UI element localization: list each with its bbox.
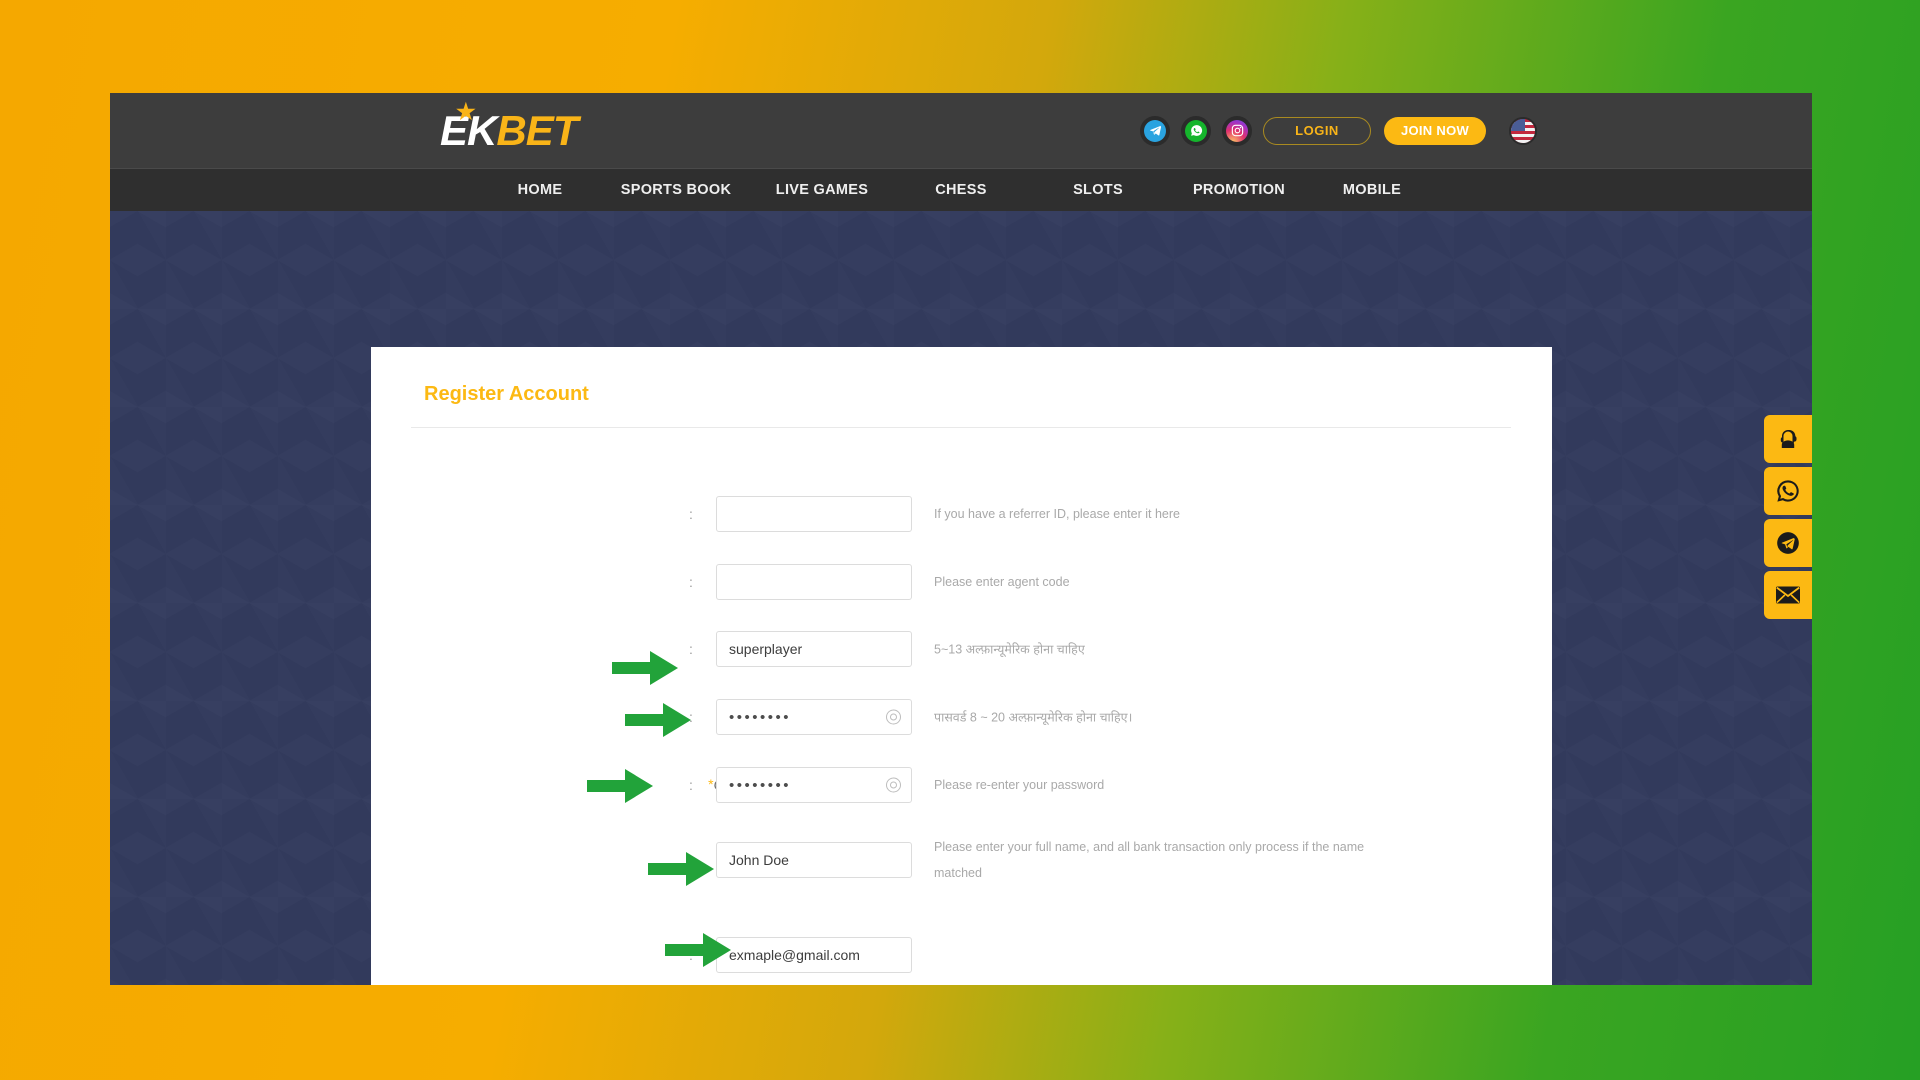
hint-player-id: 5~13 अल्फ़ान्यूमेरिक होना चाहिए (934, 642, 1085, 657)
email-icon[interactable] (1764, 571, 1812, 619)
instagram-glyph (1226, 119, 1248, 142)
telegram-icon[interactable] (1764, 519, 1812, 567)
label-colon: : (689, 947, 693, 963)
register-form-card: Register Account Referrel friend ID:If y… (371, 347, 1552, 985)
input-value: exmaple@gmail.com (729, 947, 860, 963)
telegram-glyph (1144, 119, 1166, 142)
input-player-id[interactable]: superplayer (716, 631, 912, 667)
label-colon: : (689, 574, 693, 590)
password-masked-value: •••••••• (729, 776, 792, 794)
label-colon: : (689, 852, 693, 868)
toggle-password-visibility-icon[interactable] (886, 709, 901, 725)
nav-item-mobile[interactable]: MOBILE (1312, 182, 1432, 198)
input-password[interactable]: •••••••• (716, 699, 912, 735)
label-colon: : (689, 709, 693, 725)
page-title: Register Account (424, 383, 589, 405)
flag-canton (1511, 118, 1525, 131)
whatsapp-icon[interactable] (1764, 467, 1812, 515)
nav-list: HOME SPORTS BOOK LIVE GAMES CHESS SLOTS PROMO… (480, 182, 1432, 198)
title-divider (411, 427, 1511, 428)
join-now-header-button[interactable]: JOIN NOW (1384, 116, 1486, 145)
floating-contact-sidebar (1764, 415, 1812, 619)
password-masked-value: •••••••• (729, 708, 792, 726)
hint-referrel-friend-id: If you have a referrer ID, please enter … (934, 507, 1180, 521)
input-value: John Doe (729, 852, 789, 868)
hint-confirm-password: Please re-enter your password (934, 778, 1105, 792)
hint-real-name: Please enter your full name, and all ban… (934, 839, 1365, 880)
input-referrel-friend-id[interactable] (716, 496, 912, 532)
input-real-name[interactable]: John Doe (716, 842, 912, 878)
input-email[interactable]: exmaple@gmail.com (716, 937, 912, 973)
site-header: ★ EKBET LOGIN JOIN NOW (110, 93, 1812, 168)
login-button[interactable]: LOGIN (1263, 116, 1371, 145)
telegram-icon[interactable] (1140, 115, 1170, 146)
label-colon: : (689, 641, 693, 657)
nav-item-home[interactable]: HOME (480, 182, 600, 198)
nav-item-chess[interactable]: CHESS (892, 182, 1030, 198)
us-flag-icon[interactable] (1509, 116, 1537, 145)
browser-viewport: ★ EKBET LOGIN JOIN NOW HOME SPORTS BOOK … (110, 93, 1812, 985)
customer-support-icon[interactable] (1764, 415, 1812, 463)
label-colon: : (689, 777, 693, 793)
nav-item-promotion[interactable]: PROMOTION (1166, 182, 1312, 198)
whatsapp-icon[interactable] (1181, 115, 1211, 146)
header-actions: LOGIN JOIN NOW (1140, 93, 1537, 168)
logo-text-bet: BET (496, 107, 578, 154)
page-body: Register Account Referrel friend ID:If y… (110, 211, 1812, 985)
instagram-icon[interactable] (1222, 115, 1252, 146)
input-confirm-password[interactable]: •••••••• (716, 767, 912, 803)
star-icon: ★ (456, 99, 476, 124)
nav-item-slots[interactable]: SLOTS (1030, 182, 1166, 198)
label-colon: : (689, 506, 693, 522)
toggle-password-visibility-icon[interactable] (886, 777, 901, 793)
nav-item-live-games[interactable]: LIVE GAMES (752, 182, 892, 198)
whatsapp-glyph (1185, 119, 1207, 142)
input-affiliate-id[interactable] (716, 564, 912, 600)
nav-item-sports-book[interactable]: SPORTS BOOK (600, 182, 752, 198)
site-logo[interactable]: ★ EKBET (440, 99, 578, 155)
hint-password: पासवर्ड 8 ~ 20 अल्फ़ान्यूमेरिक होना चाहि… (934, 710, 1133, 725)
main-navigation: HOME SPORTS BOOK LIVE GAMES CHESS SLOTS PROMO… (110, 168, 1812, 211)
input-value: superplayer (729, 641, 803, 657)
hint-affiliate-id: Please enter agent code (934, 575, 1070, 589)
